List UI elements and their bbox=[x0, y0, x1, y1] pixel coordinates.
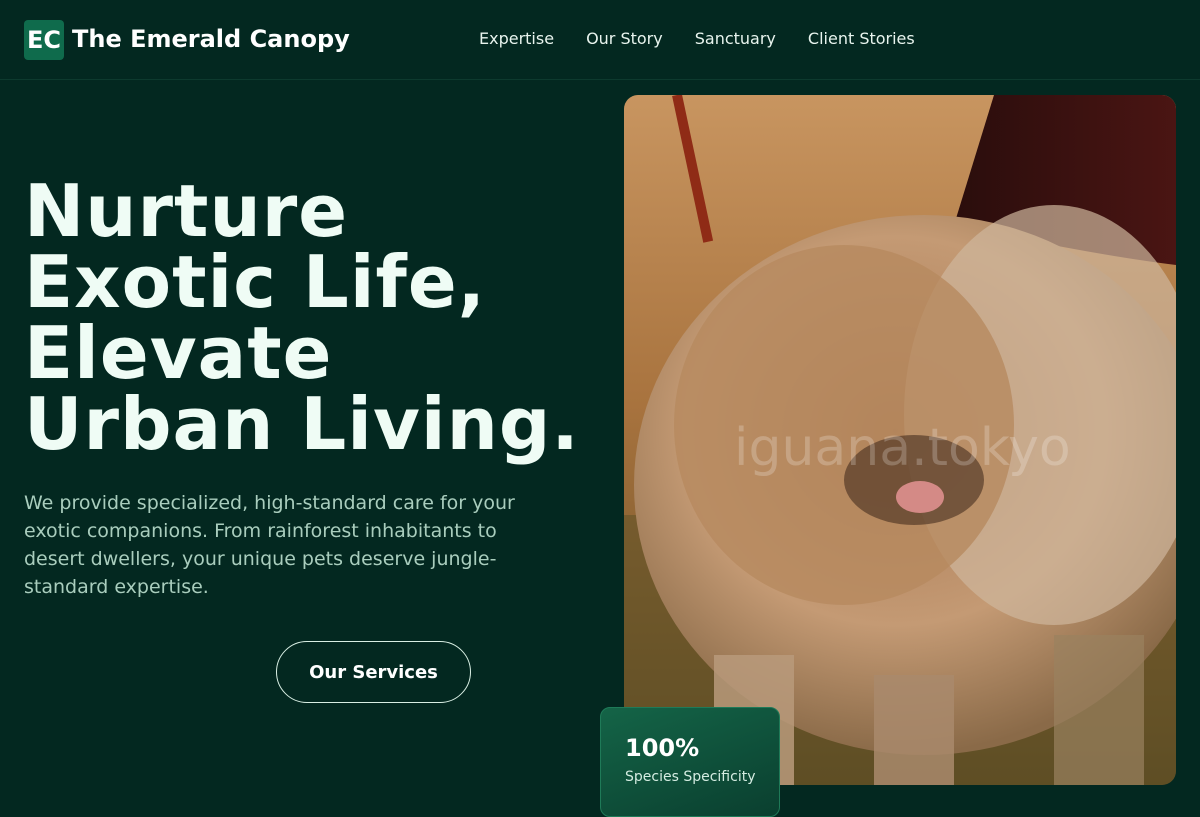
image-watermark: iguana.tokyo bbox=[734, 418, 1071, 478]
stat-label: Species Specificity bbox=[625, 769, 756, 785]
stat-card: 100% Species Specificity bbox=[600, 707, 780, 817]
nav-link-client-stories[interactable]: Client Stories bbox=[808, 29, 915, 49]
hero-description: We provide specialized, high-standard ca… bbox=[24, 492, 515, 598]
hero-title-line: Exotic Life, bbox=[24, 240, 486, 324]
dog-photo: iguana.tokyo bbox=[624, 95, 1176, 785]
nav-link-our-story[interactable]: Our Story bbox=[586, 29, 663, 49]
hero-title-line: Nurture bbox=[24, 169, 349, 253]
stat-value: 100% bbox=[625, 734, 700, 762]
site-header: EC The Emerald Canopy Expertise Our Stor… bbox=[0, 0, 1200, 80]
nav-link-sanctuary[interactable]: Sanctuary bbox=[695, 29, 776, 49]
hero-title-line: Elevate bbox=[24, 311, 333, 395]
our-services-button[interactable]: Our Services bbox=[276, 641, 471, 703]
main-nav: Expertise Our Story Sanctuary Client Sto… bbox=[479, 29, 915, 49]
hero-title-line: Urban Living. bbox=[24, 382, 580, 466]
hero-title: Nurture Exotic Life, Elevate Urban Livin… bbox=[24, 169, 604, 466]
nav-link-expertise[interactable]: Expertise bbox=[479, 29, 554, 49]
brand-name[interactable]: The Emerald Canopy bbox=[72, 24, 350, 54]
hero-image: iguana.tokyo bbox=[624, 95, 1176, 785]
logo-badge[interactable]: EC bbox=[24, 20, 64, 60]
